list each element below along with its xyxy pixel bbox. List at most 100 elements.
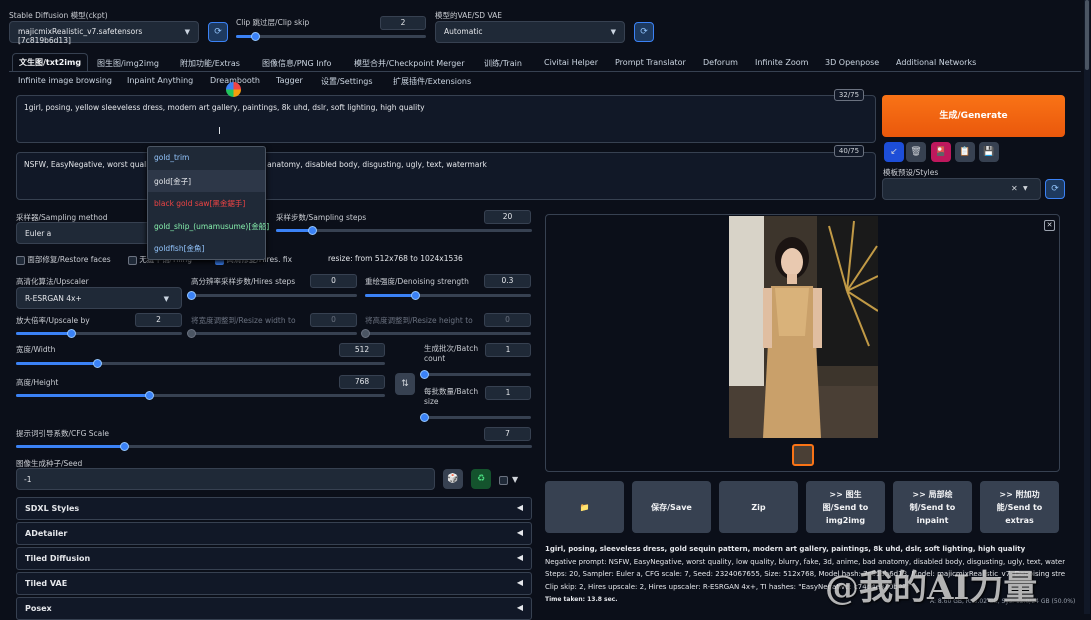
slider-handle[interactable]: [361, 329, 370, 338]
resize-width-slider[interactable]: [187, 329, 357, 338]
accordion-title: SDXL Styles: [25, 504, 80, 513]
tab-row2-0[interactable]: Infinite image browsing: [18, 76, 112, 85]
slider-handle[interactable]: [420, 413, 429, 422]
random-seed-button[interactable]: 🎲: [443, 469, 463, 489]
tab-row2-3[interactable]: Tagger: [276, 76, 303, 85]
slider-handle[interactable]: [144, 391, 154, 400]
tab-3[interactable]: 图像信息/PNG Info: [262, 58, 331, 69]
batch-size-input[interactable]: 1: [485, 386, 531, 400]
output-button-line: 能/Send to: [996, 502, 1043, 512]
upscale-by-input[interactable]: 2: [135, 313, 182, 327]
page-scrollbar[interactable]: [1084, 0, 1090, 614]
slider-handle[interactable]: [93, 359, 103, 368]
sampling-steps-input[interactable]: 20: [484, 210, 531, 224]
negative-prompt-textarea[interactable]: NSFW, EasyNegative, worst quality, lo d …: [16, 152, 876, 200]
slider-handle[interactable]: [187, 329, 196, 338]
output-button-2[interactable]: Zip: [719, 481, 798, 533]
accordion-1[interactable]: ADetailer ◀: [16, 522, 532, 545]
tab-0[interactable]: 文生图/txt2img: [12, 53, 89, 71]
refresh-model-button[interactable]: ⟳: [208, 22, 228, 42]
seed-input[interactable]: -1: [16, 468, 435, 490]
tab-11[interactable]: Additional Networks: [896, 58, 976, 67]
thumbnail[interactable]: [792, 444, 814, 466]
height-slider[interactable]: [16, 391, 385, 400]
denoising-slider[interactable]: [365, 291, 531, 300]
width-slider[interactable]: [16, 359, 385, 368]
generate-button[interactable]: 生成/Generate: [882, 95, 1065, 137]
resize-width-input[interactable]: 0: [310, 313, 357, 327]
read-params-button[interactable]: ↙: [884, 142, 904, 162]
denoising-input[interactable]: 0.3: [484, 274, 531, 288]
autocomplete-item[interactable]: gold_ship_(umamusume)[金船]: [148, 215, 269, 238]
tab-4[interactable]: 模型合并/Checkpoint Merger: [354, 58, 465, 69]
hires-steps-slider[interactable]: [187, 291, 357, 300]
vae-select[interactable]: Automatic ▼: [435, 21, 625, 43]
clipboard-button[interactable]: 📋: [955, 142, 975, 162]
slider-handle[interactable]: [251, 32, 260, 41]
cfg-scale-input[interactable]: 7: [484, 427, 531, 441]
reuse-seed-button[interactable]: ♻: [471, 469, 491, 489]
slider-handle[interactable]: [187, 291, 196, 300]
height-input[interactable]: 768: [339, 375, 385, 389]
styles-select[interactable]: ✕ ▼: [882, 178, 1041, 200]
clear-icon[interactable]: ✕: [1011, 184, 1018, 193]
tab-1[interactable]: 图生图/img2img: [97, 58, 159, 69]
clip-skip-input[interactable]: 2: [380, 16, 426, 30]
restore-faces-checkbox[interactable]: 面部修复/Restore faces: [16, 254, 111, 265]
triangle-left-icon: ◀: [516, 578, 523, 587]
slider-handle[interactable]: [410, 291, 420, 300]
close-icon[interactable]: ✕: [1044, 220, 1055, 231]
width-input[interactable]: 512: [339, 343, 385, 357]
accordion-4[interactable]: Posex ◀: [16, 597, 532, 620]
extra-seed-checkbox[interactable]: [499, 476, 508, 485]
upscale-by-slider[interactable]: [16, 329, 182, 338]
tab-9[interactable]: Infinite Zoom: [755, 58, 808, 67]
tab-2[interactable]: 附加功能/Extras: [180, 58, 240, 69]
batch-count-input[interactable]: 1: [485, 343, 531, 357]
output-button-4[interactable]: >> 局部绘 制/Send to inpaint: [893, 481, 972, 533]
slider-handle[interactable]: [120, 442, 130, 451]
autocomplete-item[interactable]: black gold saw[黑金鋸手]: [148, 192, 265, 215]
trash-button[interactable]: 🗑: [906, 142, 926, 162]
autocomplete-item[interactable]: gold_trim: [148, 147, 265, 170]
tab-8[interactable]: Deforum: [703, 58, 738, 67]
tab-row2-4[interactable]: 设置/Settings: [321, 76, 373, 87]
prompt-textarea[interactable]: 1girl, posing, yellow sleeveless dress, …: [16, 95, 876, 143]
resize-height-slider[interactable]: [361, 329, 531, 338]
hires-steps-input[interactable]: 0: [310, 274, 357, 288]
batch-size-slider[interactable]: [420, 413, 531, 422]
cfg-scale-slider[interactable]: [16, 442, 532, 451]
refresh-styles-button[interactable]: ⟳: [1045, 179, 1065, 199]
resize-height-input[interactable]: 0: [484, 313, 531, 327]
tab-6[interactable]: Civitai Helper: [544, 58, 598, 67]
accordion-3[interactable]: Tiled VAE ◀: [16, 572, 532, 595]
sampling-steps-slider[interactable]: [276, 226, 532, 235]
output-button-0[interactable]: 📁: [545, 481, 624, 533]
slider-handle[interactable]: [66, 329, 76, 338]
output-button-1[interactable]: 保存/Save: [632, 481, 711, 533]
generated-image[interactable]: [729, 216, 878, 438]
batch-count-slider[interactable]: [420, 370, 531, 379]
slider-handle[interactable]: [307, 226, 317, 235]
refresh-vae-button[interactable]: ⟳: [634, 22, 654, 42]
output-button-3[interactable]: >> 图生 图/Send to img2img: [806, 481, 885, 533]
swap-dimensions-button[interactable]: ⇅: [395, 373, 415, 395]
clip-skip-slider[interactable]: [236, 32, 426, 41]
tab-10[interactable]: 3D Openpose: [825, 58, 879, 67]
output-button-5[interactable]: >> 附加功 能/Send to extras: [980, 481, 1059, 533]
autocomplete-item[interactable]: goldfish[金魚]: [148, 237, 265, 260]
slider-handle[interactable]: [420, 370, 429, 379]
model-select[interactable]: majicmixRealistic_v7.safetensors [7c819b…: [9, 21, 199, 45]
upscaler-select[interactable]: R-ESRGAN 4x+ ▼: [16, 287, 182, 309]
styles-label: 模板预设/Styles: [883, 168, 939, 177]
recycle-icon: ♻: [476, 474, 486, 484]
tab-7[interactable]: Prompt Translator: [615, 58, 686, 67]
tab-row2-1[interactable]: Inpaint Anything: [127, 76, 193, 85]
extra-networks-button[interactable]: 🎴: [931, 142, 951, 162]
tab-5[interactable]: 训练/Train: [484, 58, 522, 69]
save-style-button[interactable]: 💾: [979, 142, 999, 162]
accordion-2[interactable]: Tiled Diffusion ◀: [16, 547, 532, 570]
autocomplete-item[interactable]: gold[金子]: [148, 169, 265, 192]
tab-row2-5[interactable]: 扩展插件/Extensions: [393, 76, 471, 87]
accordion-0[interactable]: SDXL Styles ◀: [16, 497, 532, 520]
